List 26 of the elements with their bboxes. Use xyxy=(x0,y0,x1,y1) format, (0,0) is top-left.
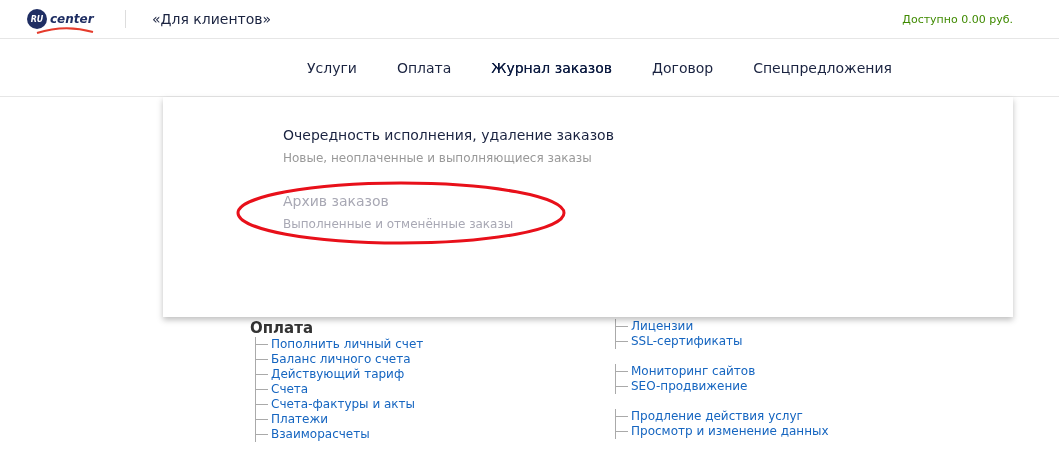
balance-text: Доступно 0.00 руб. xyxy=(902,12,1013,26)
sitemap-link[interactable]: SSL-сертификаты xyxy=(616,334,743,349)
sitemap-link[interactable]: Взаиморасчеты xyxy=(256,427,370,442)
menu-item[interactable]: Очередность исполнения, удаление заказов Новые, неоплаченные и выполняющиеся заказы xyxy=(235,114,662,178)
sitemap-link[interactable]: Действующий тариф xyxy=(256,367,405,382)
ru-center-logo[interactable]: RU center xyxy=(27,5,97,33)
sitemap-link[interactable]: Счета-фактуры и акты xyxy=(256,397,416,412)
menu-item-subtitle: Выполненные и отменённые заказы xyxy=(283,217,515,231)
sitemap-link[interactable]: Счета xyxy=(256,382,309,397)
sitemap-link[interactable]: Просмотр и изменение данных xyxy=(616,424,829,439)
nav-link[interactable]: Спецпредложения xyxy=(733,53,912,82)
sitemap-link[interactable]: Лицензии xyxy=(616,319,694,334)
sitemap-link[interactable]: Мониторинг сайтов xyxy=(616,364,756,379)
sitemap-link[interactable]: Баланс личного счета xyxy=(256,352,411,367)
sitemap-link[interactable]: Платежи xyxy=(256,412,329,427)
nav-link[interactable]: Журнал заказов xyxy=(471,53,633,82)
sitemap-link[interactable]: SEO-продвижение xyxy=(616,379,748,394)
sitemap-link[interactable]: Продление действия услуг xyxy=(616,409,803,424)
nav-link[interactable]: Оплата xyxy=(376,53,472,82)
section-heading: Оплата xyxy=(250,319,314,337)
nav-link[interactable]: Услуги xyxy=(287,53,377,82)
menu-item-subtitle: Новые, неоплаченные и выполняющиеся заказы xyxy=(283,151,593,165)
menu-item-title[interactable]: Очередность исполнения, удаление заказов xyxy=(283,127,614,143)
section-title: «Для клиентов» xyxy=(152,11,272,27)
nav-link[interactable]: Договор xyxy=(632,53,734,82)
sitemap-link[interactable]: Пополнить личный счет xyxy=(256,337,424,352)
